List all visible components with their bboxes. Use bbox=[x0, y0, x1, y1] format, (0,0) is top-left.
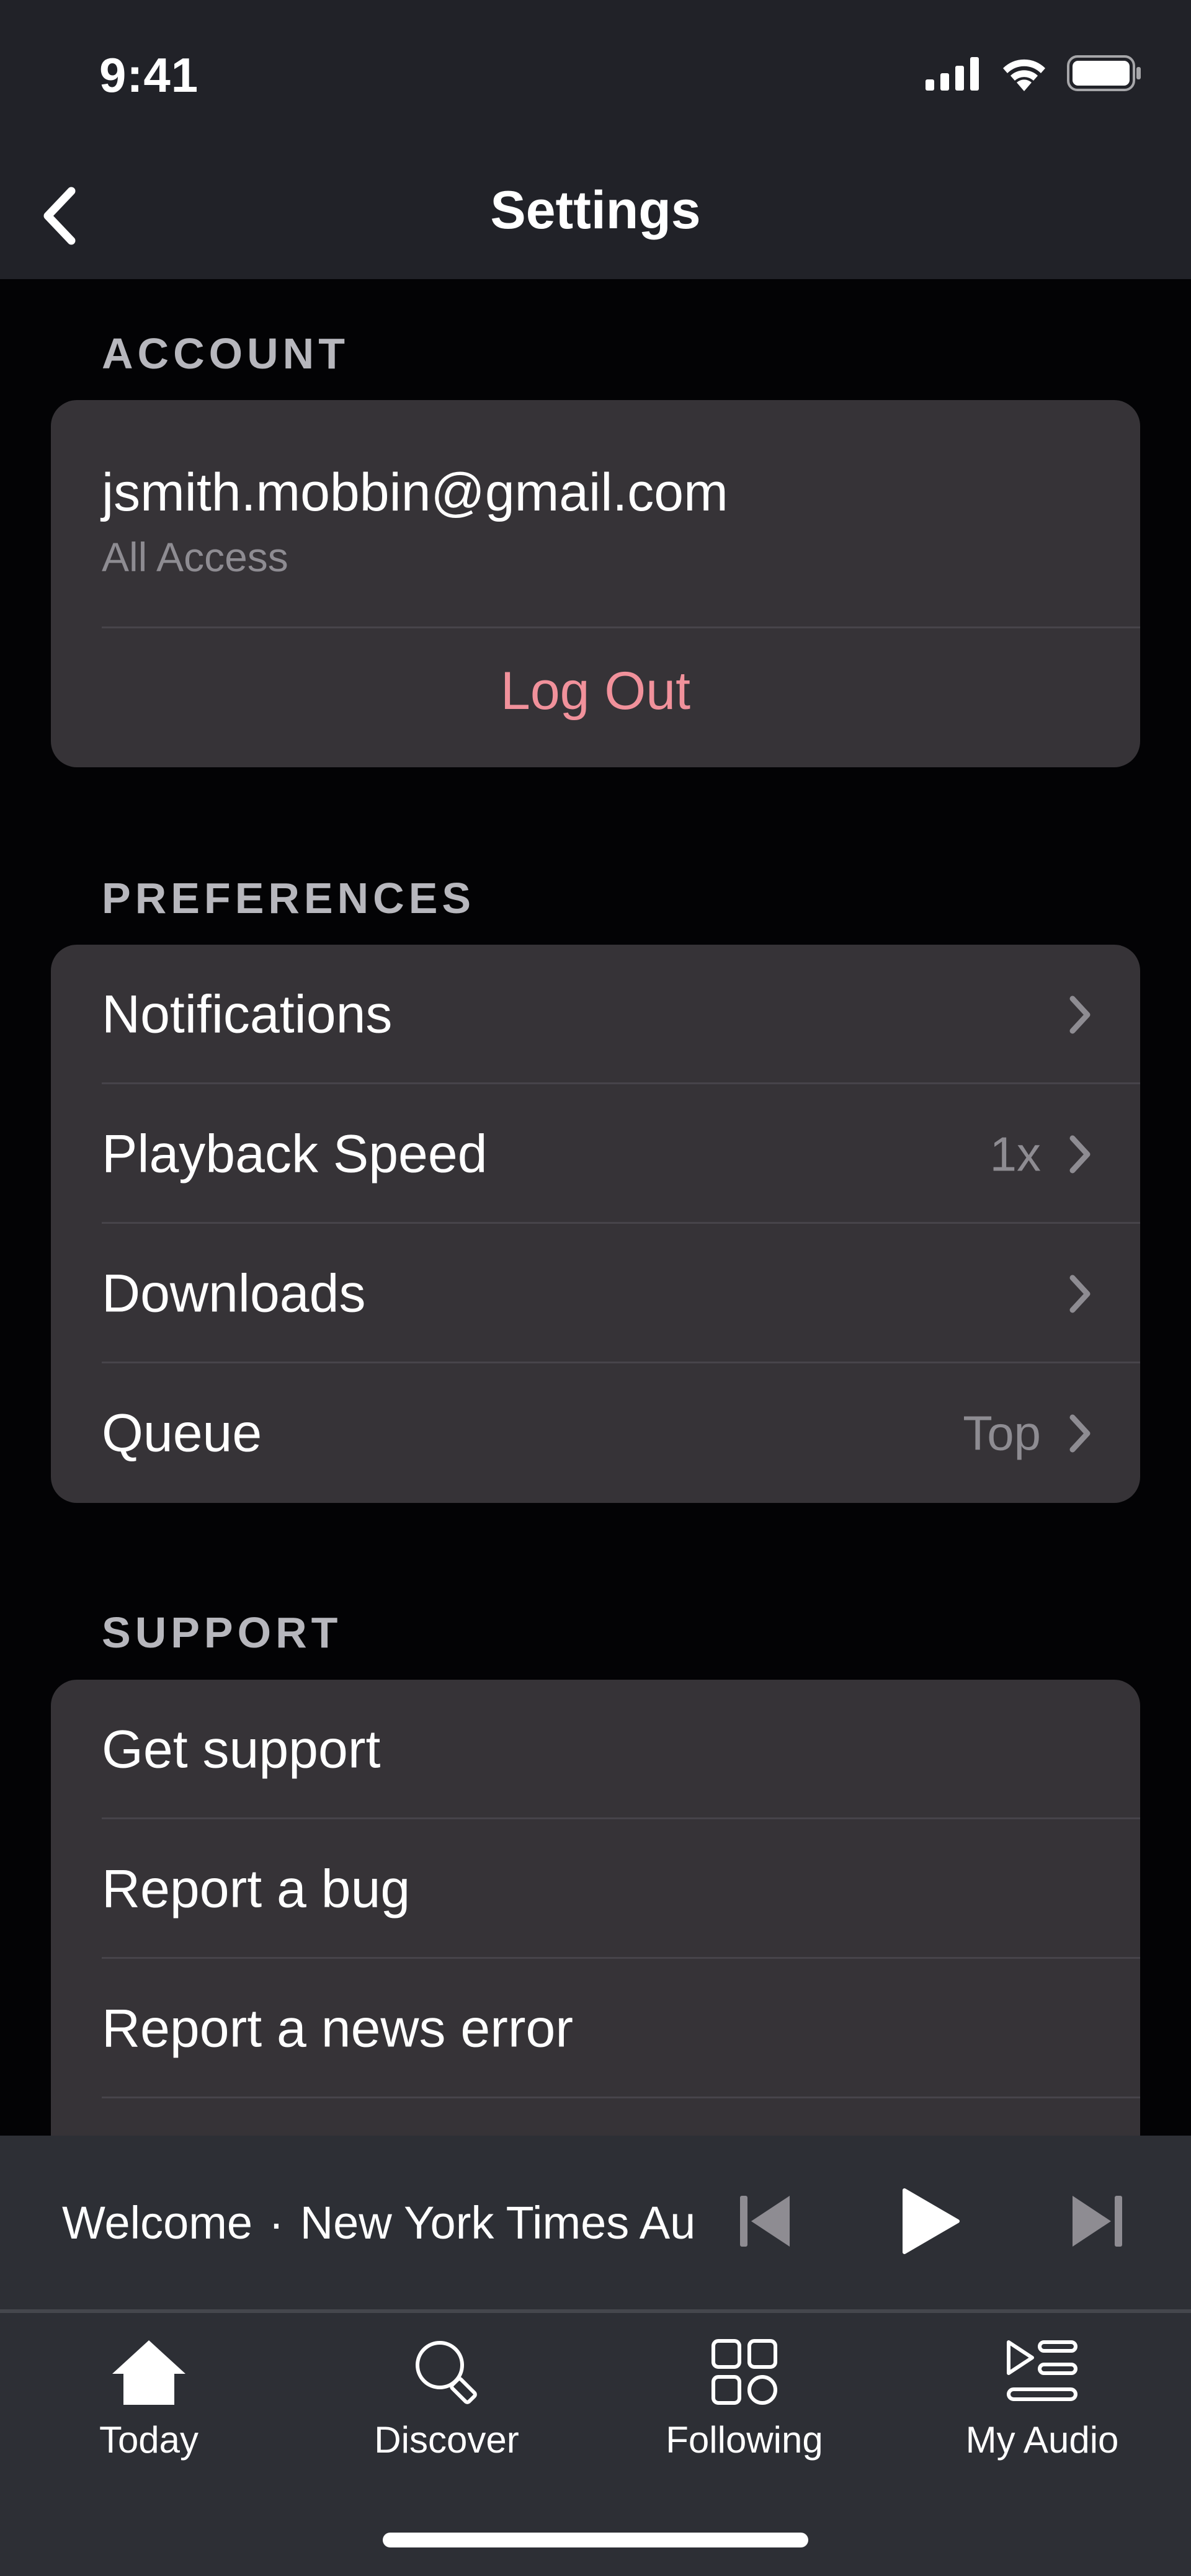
section-header-support: SUPPORT bbox=[102, 1608, 342, 1657]
now-playing-title[interactable]: Welcome · New York Times Audio bbox=[62, 2136, 695, 2309]
chevron-right-icon bbox=[1064, 993, 1095, 1036]
playback-speed-value: 1x bbox=[989, 1126, 1041, 1181]
tab-label: Today bbox=[99, 2419, 199, 2461]
row-label: Report a bug bbox=[102, 1859, 411, 1919]
row-label: Get support bbox=[102, 1719, 381, 1779]
status-icons bbox=[926, 55, 1143, 94]
play-button[interactable] bbox=[893, 2136, 968, 2309]
row-label: Notifications bbox=[102, 984, 393, 1044]
account-card: jsmith.mobbin@gmail.com All Access Log O… bbox=[51, 400, 1140, 767]
home-icon bbox=[110, 2332, 188, 2412]
chevron-right-icon bbox=[1064, 1133, 1095, 1176]
preferences-item-notifications[interactable]: Notifications bbox=[51, 945, 1140, 1084]
home-indicator bbox=[383, 2533, 808, 2547]
episode-title: Welcome bbox=[62, 2196, 253, 2248]
tab-following[interactable]: Following bbox=[596, 2332, 893, 2468]
support-item-report-news-error[interactable]: Report a news error bbox=[51, 1959, 1140, 2098]
cellular-signal-icon bbox=[926, 56, 981, 94]
wifi-icon bbox=[1000, 55, 1048, 94]
search-icon bbox=[413, 2332, 481, 2412]
grid-icon bbox=[711, 2332, 778, 2412]
chevron-right-icon bbox=[1064, 1412, 1095, 1455]
title-separator: · bbox=[269, 2196, 284, 2248]
preferences-item-queue[interactable]: Queue Top bbox=[51, 1363, 1140, 1503]
row-label: Report a news error bbox=[102, 1999, 573, 2058]
mini-player[interactable]: Welcome · New York Times Audio bbox=[0, 2136, 1191, 2309]
row-label: Queue bbox=[102, 1403, 262, 1463]
skip-previous-icon bbox=[740, 2193, 792, 2252]
preferences-item-downloads[interactable]: Downloads bbox=[51, 1224, 1140, 1363]
play-icon bbox=[901, 2188, 960, 2258]
tab-label: My Audio bbox=[965, 2419, 1119, 2461]
battery-icon bbox=[1067, 55, 1143, 94]
section-header-preferences: PREFERENCES bbox=[102, 874, 476, 922]
tab-my-audio[interactable]: My Audio bbox=[893, 2332, 1191, 2468]
support-item-report-bug[interactable]: Report a bug bbox=[51, 1819, 1140, 1959]
preferences-item-playback-speed[interactable]: Playback Speed 1x bbox=[51, 1084, 1140, 1224]
status-time: 9:41 bbox=[99, 48, 199, 102]
account-email: jsmith.mobbin@gmail.com bbox=[102, 463, 728, 522]
playlist-icon bbox=[1006, 2332, 1078, 2412]
tab-label: Following bbox=[666, 2419, 823, 2461]
queue-value: Top bbox=[963, 1406, 1041, 1460]
support-item-get-support[interactable]: Get support bbox=[51, 1680, 1140, 1819]
section-header-account: ACCOUNT bbox=[102, 329, 349, 378]
divider bbox=[102, 2097, 1140, 2098]
logout-button[interactable]: Log Out bbox=[51, 661, 1140, 722]
tab-label: Discover bbox=[374, 2419, 519, 2461]
skip-back-button[interactable] bbox=[732, 2136, 800, 2309]
row-label: Downloads bbox=[102, 1263, 366, 1323]
show-title: New York Times Audio bbox=[300, 2196, 695, 2248]
tab-discover[interactable]: Discover bbox=[298, 2332, 596, 2468]
row-label: Playback Speed bbox=[102, 1124, 488, 1183]
account-plan: All Access bbox=[102, 534, 288, 580]
navigation-bar: Settings bbox=[0, 124, 1191, 279]
skip-next-icon bbox=[1070, 2193, 1122, 2252]
skip-forward-button[interactable] bbox=[1062, 2136, 1130, 2309]
divider bbox=[102, 626, 1140, 628]
chevron-right-icon bbox=[1064, 1272, 1095, 1316]
tab-bar: Today Discover Following My Audio bbox=[0, 2313, 1191, 2576]
status-bar: 9:41 bbox=[0, 0, 1191, 124]
page-title: Settings bbox=[490, 180, 701, 240]
tab-today[interactable]: Today bbox=[0, 2332, 298, 2468]
preferences-card: Notifications Playback Speed 1x Download… bbox=[51, 945, 1140, 1503]
